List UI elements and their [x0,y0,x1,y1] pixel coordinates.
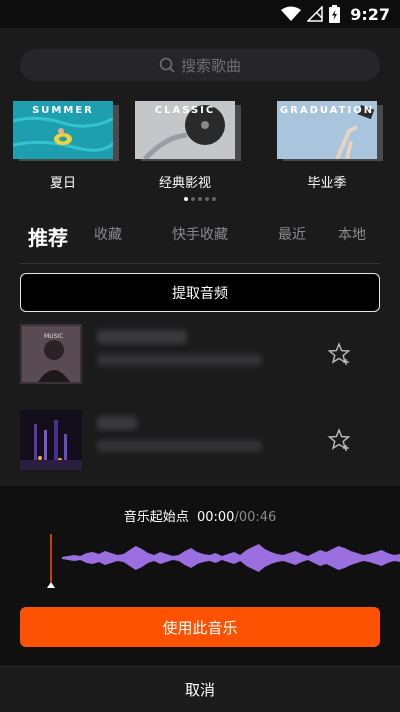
wifi-icon [281,6,302,21]
carousel-dot [184,197,188,201]
category-tag: GRADUATION [279,105,375,116]
start-point-label: 音乐起始点 [123,510,189,525]
list-item[interactable]: MUSIC [0,324,400,388]
music-start-point: 音乐起始点 00:00/00:46 [0,506,400,525]
total-time: 00:46 [238,510,277,525]
song-cover [20,410,82,470]
audio-waveform[interactable] [0,532,400,592]
carousel-dot [212,197,216,201]
add-favorite-star-icon[interactable] [327,428,351,452]
use-music-button[interactable]: 使用此音乐 [20,607,380,647]
song-cover: MUSIC [20,324,82,384]
carousel-dot [205,197,209,201]
search-icon [159,57,175,73]
signal-icon [307,6,323,22]
playhead-handle[interactable] [47,582,55,588]
tab-recommended[interactable]: 推荐 [28,222,68,251]
battery-charging-icon [329,5,341,23]
cover-text: MUSIC [44,333,63,340]
category-tag: SUMMER [32,105,94,116]
status-bar: 9:27 [0,0,400,28]
song-info-blurred [97,416,267,464]
category-label: 毕业季 [307,176,347,191]
add-favorite-star-icon[interactable] [327,342,351,366]
music-trim-panel: 音乐起始点 00:00/00:46 使用此音乐 [0,486,400,666]
category-thumbnail: GRADUATION [277,101,383,161]
category-card-summer[interactable]: SUMMER 夏日 [8,101,119,191]
category-thumbnail: SUMMER [13,101,119,161]
status-time: 9:27 [350,4,390,24]
category-thumbnail: CLASSIC [135,101,241,161]
search-input[interactable]: 搜索歌曲 [20,49,380,81]
category-card-graduation[interactable]: GRADUATION 毕业季 [272,101,383,191]
status-icons: 9:27 [281,3,390,25]
extract-audio-button[interactable]: 提取音频 [20,273,380,312]
search-placeholder: 搜索歌曲 [180,56,241,75]
carousel-pagination [184,197,216,201]
tab-favorites[interactable]: 收藏 [94,224,122,244]
song-info-blurred [97,330,267,378]
tabs-divider [20,263,380,264]
tab-kuaishou-favorites[interactable]: 快手收藏 [172,224,228,244]
cancel-button[interactable]: 取消 [0,666,400,712]
carousel-dot [191,197,195,201]
list-item[interactable] [0,410,400,474]
tab-local[interactable]: 本地 [338,224,366,244]
category-label: 经典影视 [158,176,211,191]
current-time: 00:00 [196,510,235,525]
tab-recent[interactable]: 最近 [278,224,306,244]
category-card-classic[interactable]: CLASSIC 经典影视 [130,101,241,191]
carousel-dot [198,197,202,201]
category-label: 夏日 [49,176,76,191]
category-tag: CLASSIC [154,105,216,116]
